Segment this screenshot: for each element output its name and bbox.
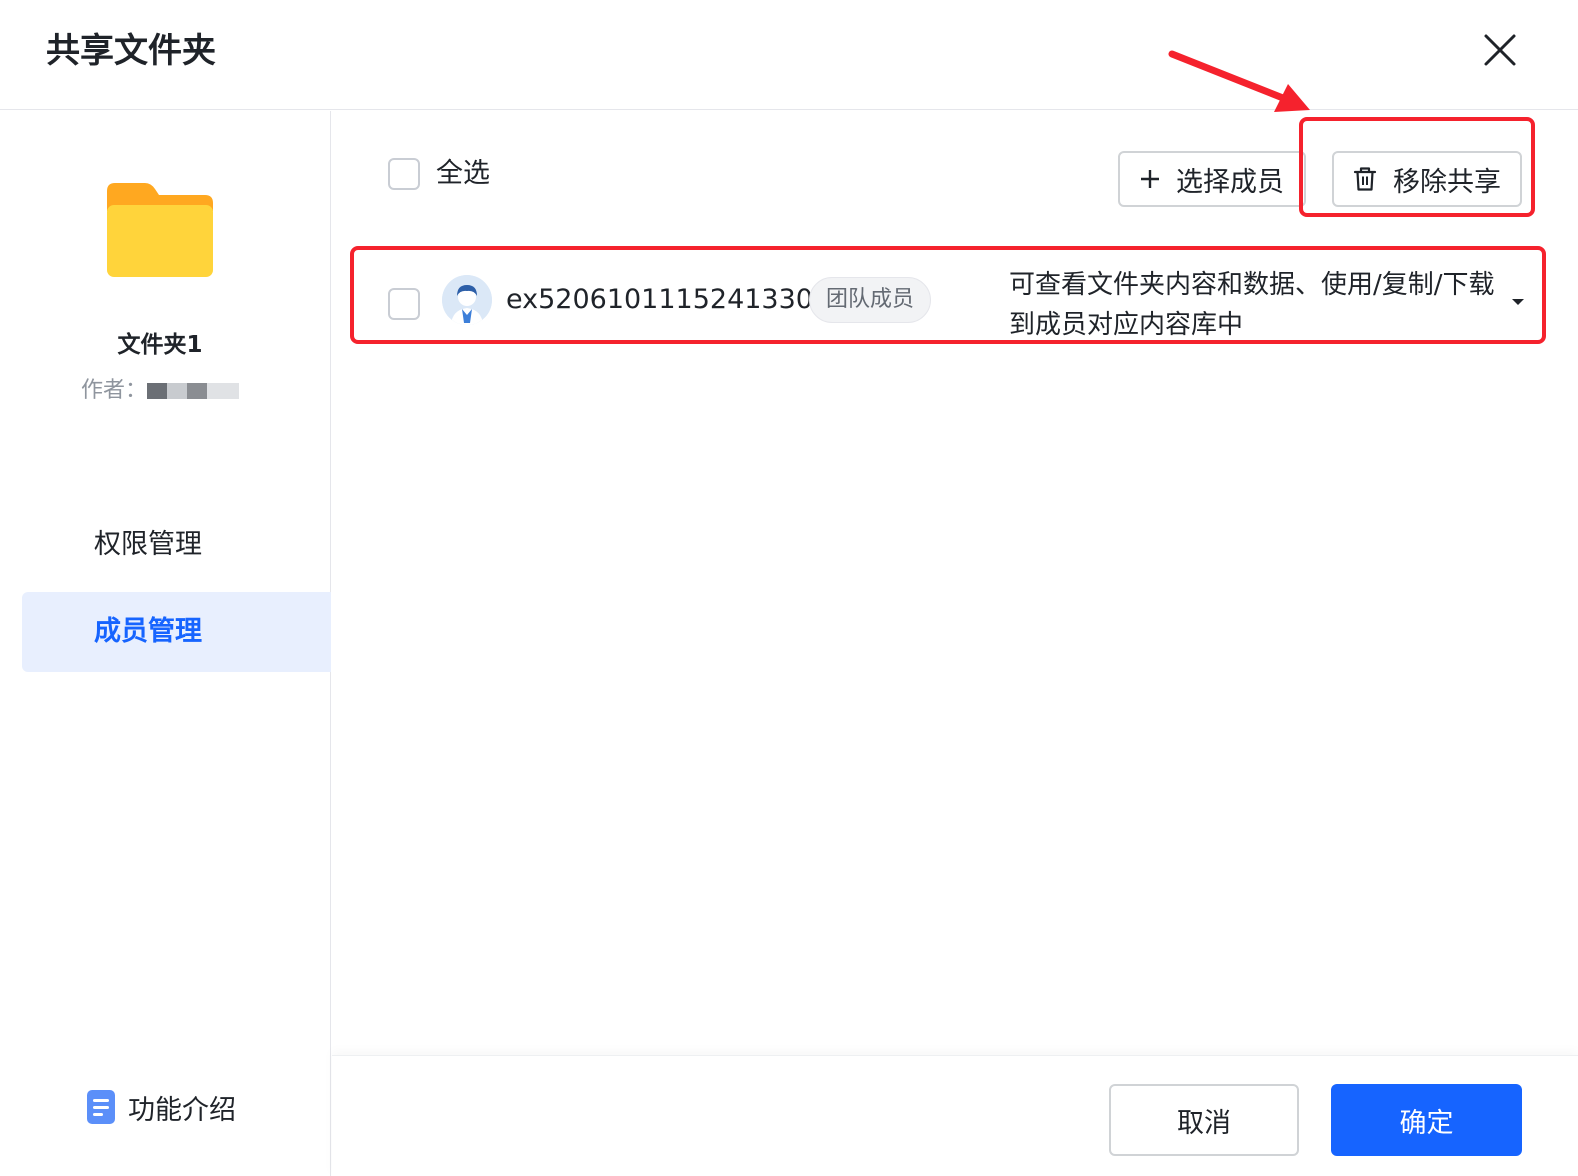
select-member-label: 选择成员 xyxy=(1176,166,1284,198)
cancel-button[interactable]: 取消 xyxy=(1109,1084,1299,1156)
dialog-footer: 取消 确定 xyxy=(332,1055,1578,1176)
member-row: ex52061011152413302 团队成员 可查看文件夹内容和数据、使用/… xyxy=(332,247,1578,347)
author-label: 作者： xyxy=(80,378,147,403)
share-folder-dialog: 共享文件夹 文件夹1 作者： 权限管理 成员管理 功能介绍 全选 选择成员 移除… xyxy=(0,0,1578,1176)
caret-down-icon[interactable] xyxy=(1512,299,1524,305)
close-icon[interactable] xyxy=(1478,28,1522,72)
folder-name: 文件夹1 xyxy=(117,332,203,358)
document-icon xyxy=(86,1089,116,1125)
dialog-header: 共享文件夹 xyxy=(0,0,1578,110)
member-role-badge: 团队成员 xyxy=(809,277,932,323)
select-all-label[interactable]: 全选 xyxy=(436,155,490,193)
trash-icon xyxy=(1353,166,1377,192)
member-panel: 全选 选择成员 移除共享 ex52061011152413302 团队成员 可查… xyxy=(332,111,1578,1176)
member-checkbox[interactable] xyxy=(388,288,420,320)
avatar xyxy=(442,275,492,325)
folder-author: 作者： xyxy=(0,375,320,407)
plus-icon xyxy=(1140,169,1160,189)
nav-member-management[interactable]: 成员管理 xyxy=(22,592,331,672)
folder-icon xyxy=(105,181,215,281)
remove-share-button[interactable]: 移除共享 xyxy=(1332,151,1522,207)
permission-select[interactable]: 可查看文件夹内容和数据、使用/复制/下载到成员对应内容库中 xyxy=(1009,265,1509,345)
feature-intro-link[interactable]: 功能介绍 xyxy=(86,1087,236,1127)
feature-intro-label: 功能介绍 xyxy=(128,1094,236,1126)
confirm-button[interactable]: 确定 xyxy=(1331,1084,1522,1156)
select-all-checkbox[interactable] xyxy=(388,158,420,190)
author-redacted xyxy=(147,381,239,401)
nav-permission-management[interactable]: 权限管理 xyxy=(22,505,331,585)
select-member-button[interactable]: 选择成员 xyxy=(1118,151,1306,207)
member-id: ex52061011152413302 xyxy=(506,284,831,315)
sidebar: 文件夹1 作者： 权限管理 成员管理 功能介绍 xyxy=(0,111,331,1176)
dialog-title: 共享文件夹 xyxy=(46,31,216,71)
remove-share-label: 移除共享 xyxy=(1393,166,1501,198)
